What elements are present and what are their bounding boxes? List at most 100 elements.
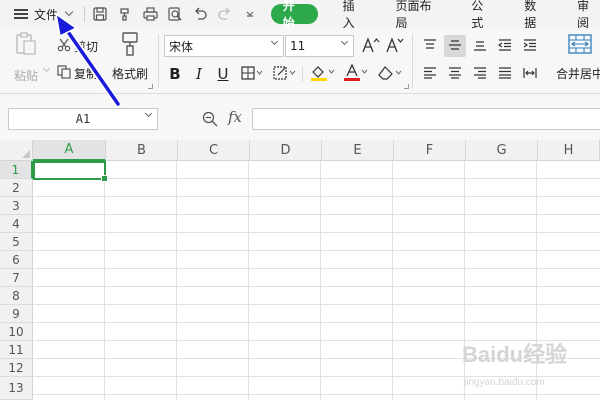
indent-icon xyxy=(523,38,537,54)
baidu-watermark: Baidu经验 jingyan.baidu.com xyxy=(462,342,567,388)
divider xyxy=(302,66,303,82)
customize-icon[interactable] xyxy=(238,0,263,28)
row-header[interactable]: 3 xyxy=(0,197,33,215)
formula-bar: A1 fx xyxy=(0,94,600,142)
wps-spreadsheet-window: 文件 开始 插入 页面布局 公式 数据 审阅 粘贴 剪切 复制 格式刷 宋体 1… xyxy=(0,0,600,400)
align-bottom-icon xyxy=(473,39,487,54)
hamburger-icon xyxy=(14,9,28,19)
tab-data[interactable]: 数据 xyxy=(524,0,547,30)
bold-button[interactable]: B xyxy=(164,63,186,85)
cell-style-icon xyxy=(273,65,297,83)
align-center-button[interactable] xyxy=(444,63,466,85)
column-header[interactable]: H xyxy=(538,140,600,161)
column-header[interactable]: E xyxy=(322,140,394,161)
row-header[interactable]: 13 xyxy=(0,377,33,400)
quick-access-toolbar xyxy=(88,0,263,28)
row-header[interactable]: 10 xyxy=(0,323,33,341)
row-header[interactable]: 2 xyxy=(0,179,33,197)
align-center-icon xyxy=(448,66,462,82)
merge-cells-icon xyxy=(568,34,592,57)
row-header[interactable]: 12 xyxy=(0,359,33,377)
font-group-launcher-icon[interactable] xyxy=(404,84,409,89)
align-middle-icon xyxy=(448,39,462,54)
redo-icon[interactable] xyxy=(213,0,238,28)
eraser-icon xyxy=(378,65,404,83)
tab-review[interactable]: 审阅 xyxy=(577,0,600,30)
font-color-icon xyxy=(343,62,369,85)
format-painter-icon[interactable] xyxy=(113,0,138,28)
clipboard-group-launcher-icon[interactable] xyxy=(148,84,153,89)
increase-font-size-button[interactable] xyxy=(360,35,382,57)
paste-button[interactable]: 粘贴 xyxy=(8,32,44,90)
row-header[interactable]: 9 xyxy=(0,305,33,323)
tab-insert[interactable]: 插入 xyxy=(343,0,366,30)
clipboard-icon xyxy=(15,32,37,59)
decrease-font-size-button[interactable] xyxy=(384,35,406,57)
row-header[interactable]: 4 xyxy=(0,215,33,233)
decrease-indent-button[interactable] xyxy=(494,35,516,57)
column-header[interactable]: A xyxy=(33,140,106,161)
column-header[interactable]: F xyxy=(394,140,466,161)
align-right-button[interactable] xyxy=(469,63,491,85)
formula-input[interactable] xyxy=(252,108,600,130)
copy-button[interactable]: 复制 xyxy=(57,64,98,82)
bold-label: B xyxy=(169,65,181,83)
justify-button[interactable] xyxy=(494,63,516,85)
align-left-button[interactable] xyxy=(419,63,441,85)
row-header[interactable]: 7 xyxy=(0,269,33,287)
column-header[interactable]: C xyxy=(178,140,250,161)
insert-function-button[interactable]: fx xyxy=(228,108,242,126)
font-size-value: 11 xyxy=(290,39,306,53)
font-name-value: 宋体 xyxy=(169,39,194,54)
tab-formulas[interactable]: 公式 xyxy=(471,0,494,30)
chevron-down-icon xyxy=(144,109,153,118)
print-preview-icon[interactable] xyxy=(163,0,188,28)
align-middle-button[interactable] xyxy=(444,35,466,57)
tab-page-layout[interactable]: 页面布局 xyxy=(396,0,442,30)
name-box[interactable]: A1 xyxy=(8,108,158,130)
merge-center-button[interactable]: 合并居中 xyxy=(552,34,600,82)
watermark-url: jingyan.baidu.com xyxy=(463,377,545,388)
borders-button[interactable] xyxy=(238,63,266,85)
copy-icon xyxy=(57,64,71,82)
print-icon[interactable] xyxy=(138,0,163,28)
fill-color-button[interactable] xyxy=(308,63,338,85)
row-header[interactable]: 8 xyxy=(0,287,33,305)
file-menu-button[interactable]: 文件 xyxy=(0,0,81,28)
font-name-select[interactable]: 宋体 xyxy=(164,35,284,57)
font-color-button[interactable] xyxy=(341,62,371,85)
save-icon[interactable] xyxy=(88,0,113,28)
italic-label: I xyxy=(196,65,202,83)
clear-format-button[interactable] xyxy=(376,63,406,85)
undo-icon[interactable] xyxy=(188,0,213,28)
divider xyxy=(83,6,85,22)
tab-home[interactable]: 开始 xyxy=(270,0,318,30)
underline-button[interactable]: U xyxy=(212,63,234,85)
align-bottom-button[interactable] xyxy=(469,35,491,57)
divider xyxy=(158,34,159,88)
cell-style-button[interactable] xyxy=(270,63,300,85)
distributed-align-button[interactable] xyxy=(519,63,541,85)
select-all-corner[interactable] xyxy=(0,140,33,161)
underline-label: U xyxy=(217,65,229,83)
column-header[interactable]: D xyxy=(250,140,322,161)
font-size-select[interactable]: 11 xyxy=(285,35,354,57)
paste-dropdown-chevron[interactable] xyxy=(42,64,51,73)
align-top-button[interactable] xyxy=(419,35,441,57)
chevron-down-icon xyxy=(270,37,279,46)
increase-indent-button[interactable] xyxy=(519,35,541,57)
row-header[interactable]: 1 xyxy=(0,161,33,179)
paint-brush-icon xyxy=(120,32,140,59)
zoom-search-icon[interactable] xyxy=(202,111,218,130)
cut-button[interactable]: 剪切 xyxy=(57,37,98,55)
row-header[interactable]: 5 xyxy=(0,233,33,251)
divider xyxy=(412,34,413,88)
cell-reference: A1 xyxy=(75,112,91,126)
row-header[interactable]: 6 xyxy=(0,251,33,269)
row-header[interactable]: 11 xyxy=(0,341,33,359)
active-cell-a1[interactable] xyxy=(33,161,108,182)
italic-button[interactable]: I xyxy=(188,63,210,85)
format-painter-button[interactable]: 格式刷 xyxy=(110,32,150,82)
column-header[interactable]: B xyxy=(106,140,178,161)
column-header[interactable]: G xyxy=(466,140,538,161)
